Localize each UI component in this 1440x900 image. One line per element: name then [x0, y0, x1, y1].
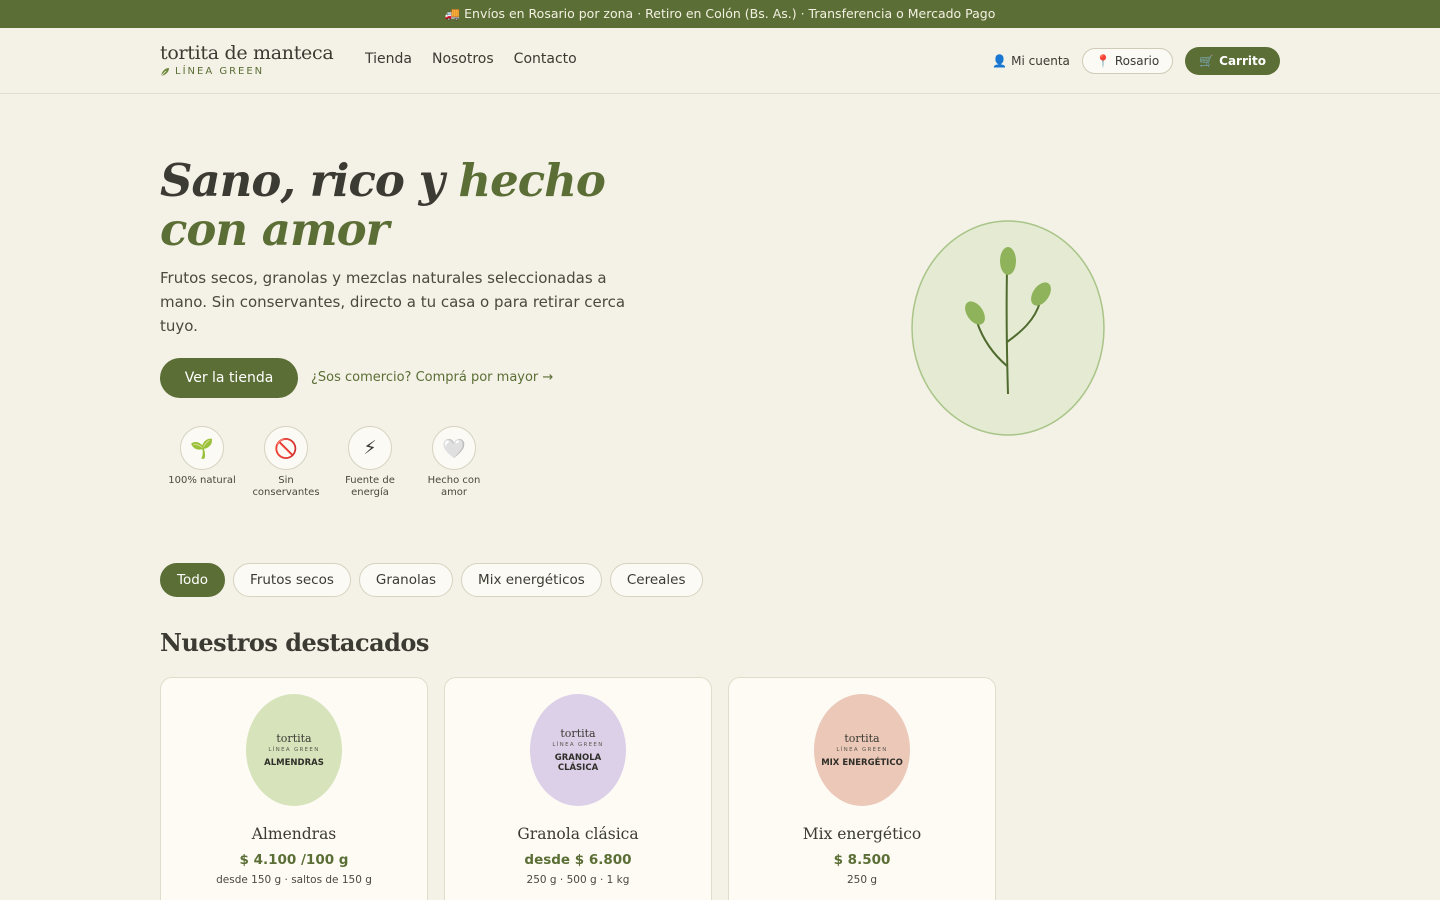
jar-brand: tortita — [560, 727, 596, 740]
product-jar: tortita LÍNEA GREEN ALMENDRAS — [246, 694, 342, 806]
product-card[interactable]: tortita LÍNEA GREEN MIX ENERGÉTICO Mix e… — [728, 677, 996, 900]
nav-item-contacto[interactable]: Contacto — [514, 51, 577, 67]
user-icon: 👤 — [992, 54, 1008, 68]
feature-list: 🌱 100% natural 🚫 Sin conservantes ⚡ Fuen… — [160, 426, 496, 499]
main-nav: Tienda Nosotros Contacto — [365, 51, 577, 67]
feature-label: Hecho con amor — [427, 475, 481, 498]
product-price: $ 8.500 — [833, 852, 891, 868]
category-filters: Todo Frutos secos Granolas Mix energétic… — [160, 563, 703, 597]
brand-line-text: LÍNEA GREEN — [175, 66, 265, 77]
product-jar: tortita LÍNEA GREEN GRANOLA CLÁSICA — [530, 694, 626, 806]
leaf-icon — [1000, 247, 1016, 275]
featured-title: Nuestros destacados — [160, 628, 429, 657]
brand-line: LÍNEA GREEN — [160, 66, 333, 77]
plant-illustration — [911, 220, 1105, 436]
lightning-icon: ⚡ — [348, 426, 392, 470]
product-name: Almendras — [251, 825, 337, 843]
view-shop-button[interactable]: Ver la tienda — [160, 358, 298, 398]
location-selector[interactable]: 📍 Rosario — [1081, 48, 1174, 74]
announcement-text: 🚚 Envíos en Rosario por zona · Retiro en… — [444, 6, 996, 21]
jar-line: LÍNEA GREEN — [836, 747, 888, 753]
filter-chip-granolas[interactable]: Granolas — [358, 563, 454, 597]
product-price: $ 4.100 /100 g — [239, 852, 349, 868]
feature-label: Sin conservantes — [252, 475, 320, 498]
no-entry-icon: 🚫 — [264, 426, 308, 470]
jar-brand: tortita — [276, 732, 312, 745]
nav-item-nosotros[interactable]: Nosotros — [432, 51, 494, 67]
product-card[interactable]: tortita LÍNEA GREEN ALMENDRAS Almendras … — [160, 677, 428, 900]
product-name: Mix energético — [802, 825, 922, 843]
product-note: 250 g — [846, 874, 878, 886]
product-card[interactable]: tortita LÍNEA GREEN GRANOLA CLÁSICA Gran… — [444, 677, 712, 900]
leaf-icon — [160, 67, 169, 76]
account-link[interactable]: 👤 Mi cuenta — [992, 54, 1070, 68]
jar-line: LÍNEA GREEN — [268, 747, 320, 753]
hero-title: Sano, rico y hecho con amor — [160, 156, 700, 254]
jar-label: ALMENDRAS — [264, 758, 324, 768]
jar-label: GRANOLA CLÁSICA — [554, 753, 602, 773]
wholesale-link[interactable]: ¿Sos comercio? Comprá por mayor → — [311, 370, 553, 385]
feature-label: 100% natural — [168, 475, 236, 486]
seedling-icon: 🌱 — [180, 426, 224, 470]
hero-description: Frutos secos, granolas y mezclas natural… — [160, 269, 626, 335]
cart-label: Carrito — [1219, 54, 1266, 68]
nav-item-tienda[interactable]: Tienda — [365, 51, 412, 67]
feature-item: 🌱 100% natural — [160, 426, 244, 499]
announcement-bar: 🚚 Envíos en Rosario por zona · Retiro en… — [0, 0, 1440, 28]
site-header: tortita de manteca LÍNEA GREEN Tienda No… — [0, 28, 1440, 94]
pin-icon: 📍 — [1095, 54, 1111, 68]
filter-chip-cereales[interactable]: Cereales — [609, 563, 703, 597]
product-jar: tortita LÍNEA GREEN MIX ENERGÉTICO — [814, 694, 910, 806]
product-price: desde $ 6.800 — [524, 852, 632, 868]
product-note: desde 150 g · saltos de 150 g — [216, 874, 372, 886]
account-label: Mi cuenta — [1011, 54, 1070, 68]
header-actions: 👤 Mi cuenta 📍 Rosario 🛒 Carrito — [992, 47, 1280, 75]
product-name: Granola clásica — [517, 825, 639, 843]
filter-chip-todo[interactable]: Todo — [160, 563, 226, 597]
hero-title-text: Sano, rico y — [160, 154, 459, 207]
filter-chip-frutos-secos[interactable]: Frutos secos — [233, 563, 351, 597]
feature-label: Fuente de energía — [345, 475, 395, 498]
heart-icon: 🤍 — [432, 426, 476, 470]
feature-item: 🤍 Hecho con amor — [412, 426, 496, 499]
jar-label: MIX ENERGÉTICO — [821, 758, 903, 768]
product-note: 250 g · 500 g · 1 kg — [526, 874, 630, 886]
cart-button[interactable]: 🛒 Carrito — [1185, 47, 1280, 75]
feature-item: 🚫 Sin conservantes — [244, 426, 328, 499]
location-label: Rosario — [1114, 54, 1160, 68]
brand-name: tortita de manteca — [160, 42, 334, 64]
jar-line: LÍNEA GREEN — [552, 742, 604, 748]
product-grid: tortita LÍNEA GREEN ALMENDRAS Almendras … — [160, 677, 996, 900]
jar-brand: tortita — [844, 732, 880, 745]
feature-item: ⚡ Fuente de energía — [328, 426, 412, 499]
filter-chip-mix-energeticos[interactable]: Mix energéticos — [461, 563, 602, 597]
brand-logo[interactable]: tortita de manteca LÍNEA GREEN — [160, 42, 334, 77]
cart-icon: 🛒 — [1199, 54, 1215, 68]
